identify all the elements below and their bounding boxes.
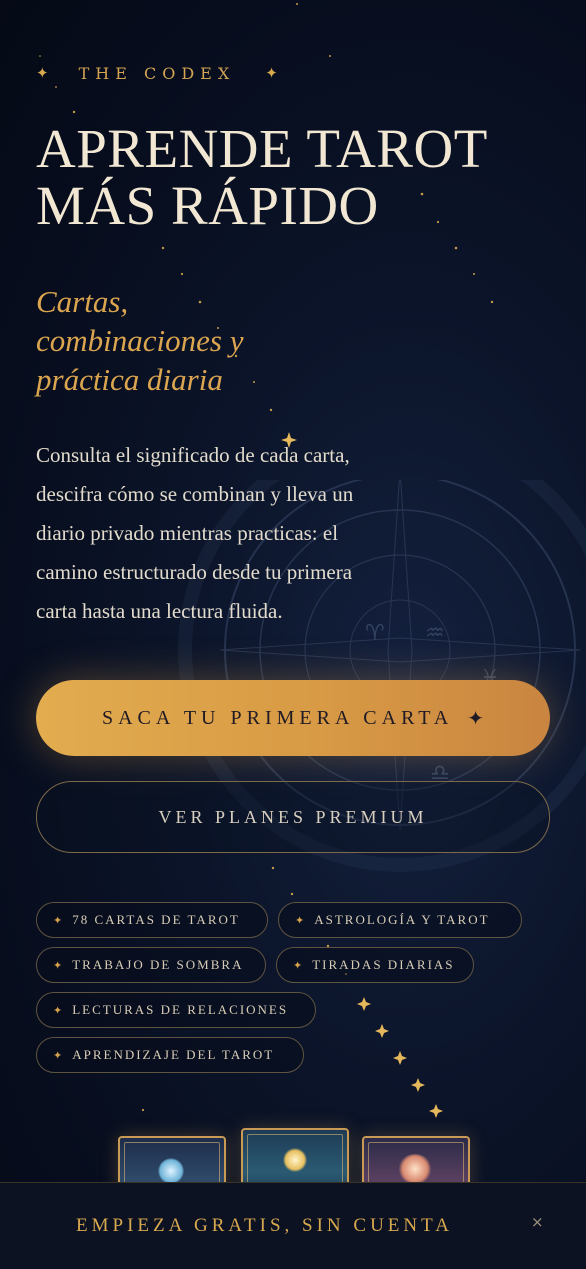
cta-label: SACA TU PRIMERA CARTA: [101, 706, 454, 729]
description-line: descifra cómo se combinan y lleva un: [36, 482, 354, 506]
headline-line: APRENDE TAROT: [36, 118, 488, 179]
sparkle-icon: ✦: [293, 958, 303, 972]
sparkle-icon: ✦: [53, 913, 63, 927]
premium-label: VER PLANES PREMIUM: [158, 806, 428, 827]
chip-label: 78 CARTAS DE TAROT: [72, 912, 240, 927]
brand-name: THE CODEX: [78, 63, 236, 83]
close-icon[interactable]: ×: [531, 1213, 545, 1233]
subheadline-line: práctica diaria: [36, 362, 223, 397]
feature-chip[interactable]: ✦ LECTURAS DE RELACIONES: [36, 992, 316, 1028]
feature-chip[interactable]: ✦ TRABAJO DE SOMBRA: [36, 947, 266, 983]
feature-chip[interactable]: ✦ TIRADAS DIARIAS: [276, 947, 474, 983]
chip-label: APRENDIZAJE DEL TAROT: [72, 1047, 275, 1062]
description: Consulta el significado de cada carta, d…: [36, 436, 416, 631]
chip-label: LECTURAS DE RELACIONES: [72, 1002, 289, 1017]
brand-header: ✦ THE CODEX ✦: [36, 60, 306, 86]
subheadline-line: combinaciones y: [36, 323, 244, 358]
sparkle-icon: ✦: [53, 1003, 63, 1017]
description-line: diario privado mientras practicas: el: [36, 521, 339, 545]
feature-chip[interactable]: ✦ 78 CARTAS DE TAROT: [36, 902, 268, 938]
description-line: camino estructurado desde tu primera: [36, 560, 353, 584]
chip-label: TRABAJO DE SOMBRA: [72, 957, 244, 972]
tarot-cards-preview: [118, 1128, 470, 1210]
view-premium-plans-button[interactable]: VER PLANES PREMIUM: [36, 781, 550, 853]
headline-line: MÁS RÁPIDO: [36, 175, 379, 236]
bottom-banner-label: EMPIEZA GRATIS, SIN CUENTA: [76, 1215, 453, 1236]
feature-chips: ✦ 78 CARTAS DE TAROT ✦ ASTROLOGÍA Y TARO…: [36, 902, 546, 1082]
sparkle-icon: ✦: [295, 913, 305, 927]
sparkle-icon: ✦: [265, 64, 278, 82]
chip-label: TIRADAS DIARIAS: [312, 957, 455, 972]
draw-first-card-button[interactable]: SACA TU PRIMERA CARTA ✦: [36, 680, 550, 756]
page-title: APRENDE TAROT MÁS RÁPIDO: [36, 120, 556, 234]
bottom-banner[interactable]: EMPIEZA GRATIS, SIN CUENTA ×: [0, 1182, 586, 1269]
subheadline-line: Cartas,: [36, 284, 129, 319]
sparkle-icon: ✦: [53, 1048, 63, 1062]
chip-label: ASTROLOGÍA Y TAROT: [314, 912, 490, 927]
feature-chip[interactable]: ✦ ASTROLOGÍA Y TAROT: [278, 902, 522, 938]
description-line: carta hasta una lectura fluida.: [36, 599, 283, 623]
subheadline: Cartas, combinaciones y práctica diaria: [36, 282, 296, 399]
feature-chip[interactable]: ✦ APRENDIZAJE DEL TAROT: [36, 1037, 304, 1073]
sparkle-icon: ✦: [36, 64, 49, 82]
svg-text:♒: ♒: [425, 621, 445, 646]
sparkle-icon: ✦: [53, 958, 63, 972]
description-line: Consulta el significado de cada carta,: [36, 443, 350, 467]
sparkle-icon: ✦: [467, 706, 485, 730]
